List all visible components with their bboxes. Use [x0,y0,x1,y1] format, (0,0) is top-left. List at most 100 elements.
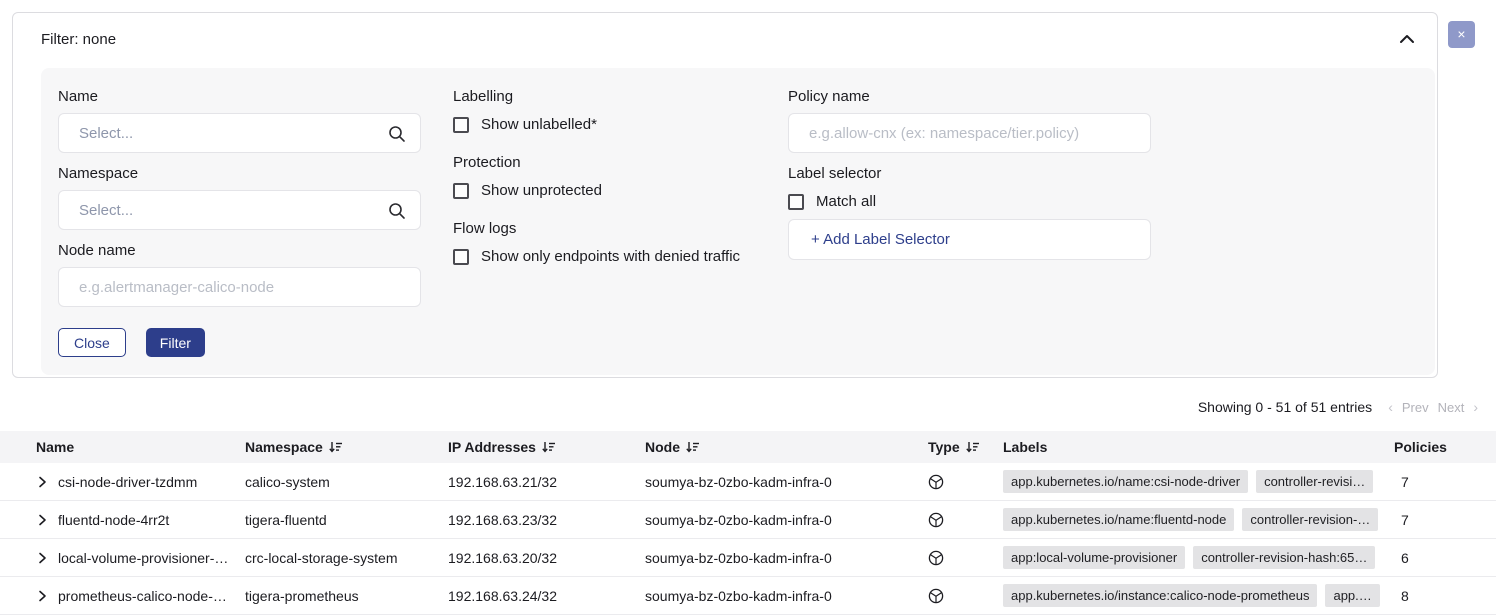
endpoint-name: csi-node-driver-tzdmm [58,474,197,490]
endpoint-name: fluentd-node-4rr2t [58,512,169,528]
endpoint-labels: app.kubernetes.io/name:csi-node-driver co… [1003,470,1394,493]
prev-page-button[interactable]: Prev [1402,400,1429,415]
node-name-input[interactable] [58,267,421,307]
column-header-node[interactable]: Node [645,439,928,455]
flow-logs-heading: Flow logs [453,220,756,237]
label-chip: app.kubernetes.io/name:fluentd-node [1003,508,1234,531]
chevron-up-icon [1399,32,1415,47]
endpoint-type [928,588,1003,604]
protection-section: Protection Show unprotected [453,154,756,199]
namespace-label: Namespace [58,165,421,182]
entries-summary: Showing 0 - 51 of 51 entries [1198,399,1372,415]
namespace-select[interactable]: Select... [58,190,421,230]
endpoint-labels: app.kubernetes.io/name:fluentd-node contr… [1003,508,1394,531]
show-unlabelled-checkbox[interactable] [453,117,469,133]
column-header-type[interactable]: Type [928,439,1003,455]
policy-name-input[interactable] [788,113,1151,153]
table-row: local-volume-provisioner-… crc-local-sto… [0,539,1496,577]
match-all-label: Match all [816,193,876,210]
endpoint-ip: 192.168.63.20/32 [448,550,645,566]
label-chip: controller-revision-… [1242,508,1378,531]
column-header-namespace[interactable]: Namespace [245,439,448,455]
endpoint-labels: app.kubernetes.io/instance:calico-node-p… [1003,584,1394,607]
labelling-section: Labelling Show unlabelled* [453,88,756,133]
endpoint-namespace: tigera-prometheus [245,588,448,604]
row-expand-chevron-icon[interactable] [38,476,47,488]
label-chip: app.kubernetes.io/instance:calico-node-p… [1003,584,1317,607]
name-select[interactable]: Select... [58,113,421,153]
sort-icon [686,441,700,453]
label-chip: controller-revision-hash:65… [1193,546,1375,569]
endpoints-table: Name Namespace IP Addresses Node Type [0,431,1496,615]
namespace-select-placeholder: Select... [79,202,133,219]
endpoint-type [928,550,1003,566]
pod-icon [928,588,944,604]
show-unprotected-label: Show unprotected [481,182,602,199]
endpoint-node: soumya-bz-0zbo-kadm-infra-0 [645,474,928,490]
table-header-row: Name Namespace IP Addresses Node Type [0,431,1496,463]
name-label: Name [58,88,421,105]
node-name-label: Node name [58,242,421,259]
collapse-panel-button[interactable] [1397,30,1417,49]
endpoint-namespace: tigera-fluentd [245,512,448,528]
pod-icon [928,474,944,490]
column-header-name: Name [0,439,245,455]
filter-column-left: Name Select... Namespace Select... Node … [58,88,421,357]
endpoint-node: soumya-bz-0zbo-kadm-infra-0 [645,512,928,528]
close-icon[interactable]: × [1448,21,1475,48]
search-icon [388,202,406,225]
column-header-policies: Policies [1394,439,1496,455]
denied-traffic-checkbox[interactable] [453,249,469,265]
denied-traffic-label: Show only endpoints with denied traffic [481,248,740,265]
label-chip: app.kubernetes.io/name:csi-node-driver [1003,470,1248,493]
row-expand-chevron-icon[interactable] [38,552,47,564]
sort-icon [542,441,556,453]
chevron-left-icon: ‹ [1388,399,1393,415]
show-unprotected-checkbox[interactable] [453,183,469,199]
filter-panel-title: Filter: none [41,31,116,48]
flow-logs-section: Flow logs Show only endpoints with denie… [453,220,756,265]
column-header-ip-addresses[interactable]: IP Addresses [448,439,645,455]
endpoint-node: soumya-bz-0zbo-kadm-infra-0 [645,588,928,604]
endpoint-ip: 192.168.63.21/32 [448,474,645,490]
label-selector-label: Label selector [788,165,1151,182]
label-chip: controller-revisi… [1256,470,1373,493]
filter-column-middle: Labelling Show unlabelled* Protection Sh… [453,88,756,357]
name-select-placeholder: Select... [79,125,133,142]
sort-icon [966,441,980,453]
label-chip: app:local-volume-provisioner [1003,546,1185,569]
labelling-heading: Labelling [453,88,756,105]
table-body: csi-node-driver-tzdmm calico-system 192.… [0,463,1496,615]
row-expand-chevron-icon[interactable] [38,590,47,602]
show-unlabelled-label: Show unlabelled* [481,116,597,133]
next-page-button[interactable]: Next [1438,400,1465,415]
pagination-bar: Showing 0 - 51 of 51 entries ‹ Prev Next… [0,392,1496,422]
filter-button[interactable]: Filter [146,328,205,357]
endpoint-namespace: crc-local-storage-system [245,550,448,566]
column-header-labels: Labels [1003,439,1394,455]
protection-heading: Protection [453,154,756,171]
pod-icon [928,550,944,566]
endpoint-labels: app:local-volume-provisioner controller-r… [1003,546,1394,569]
label-chip: app.… [1325,584,1379,607]
endpoint-policies-count: 7 [1394,512,1496,528]
endpoint-policies-count: 7 [1394,474,1496,490]
table-row: fluentd-node-4rr2t tigera-fluentd 192.16… [0,501,1496,539]
endpoint-type [928,474,1003,490]
table-row: prometheus-calico-node-… tigera-promethe… [0,577,1496,615]
policy-name-label: Policy name [788,88,1151,105]
search-icon [388,125,406,148]
endpoint-type [928,512,1003,528]
pod-icon [928,512,944,528]
endpoint-namespace: calico-system [245,474,448,490]
filter-form: Name Select... Namespace Select... Node … [41,68,1435,375]
endpoint-name: prometheus-calico-node-… [58,588,227,604]
match-all-checkbox[interactable] [788,194,804,210]
row-expand-chevron-icon[interactable] [38,514,47,526]
endpoint-policies-count: 6 [1394,550,1496,566]
close-button[interactable]: Close [58,328,126,357]
filter-column-right: Policy name Label selector Match all + A… [788,88,1151,357]
add-label-selector-button[interactable]: + Add Label Selector [788,219,1151,260]
endpoint-ip: 192.168.63.24/32 [448,588,645,604]
table-row: csi-node-driver-tzdmm calico-system 192.… [0,463,1496,501]
